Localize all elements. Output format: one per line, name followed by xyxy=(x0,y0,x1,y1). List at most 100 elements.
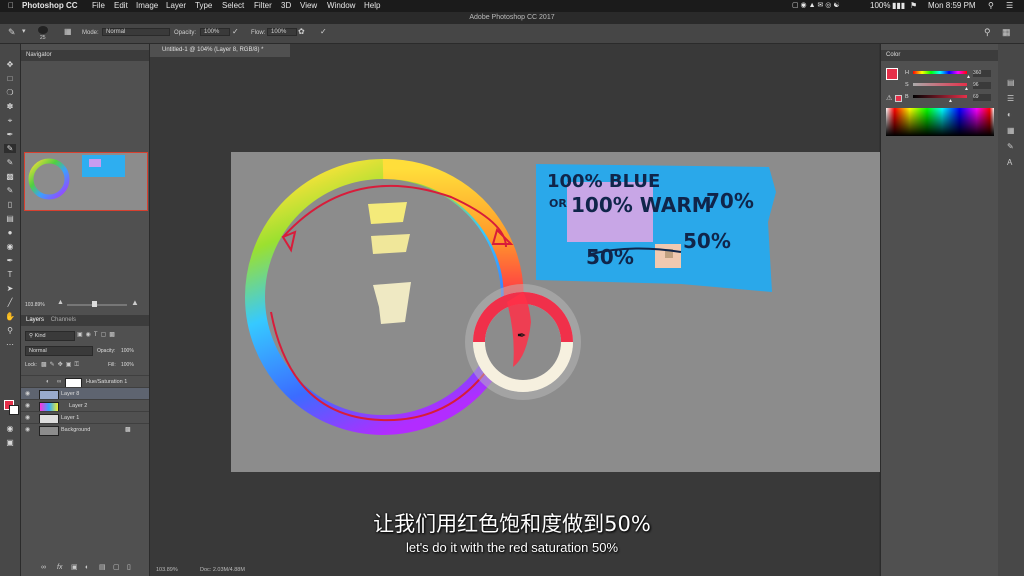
color-panel-tab[interactable]: Color xyxy=(881,50,999,61)
dropdown-arrow-icon[interactable]: ▾ xyxy=(22,27,26,35)
web-color-swatch[interactable] xyxy=(895,95,902,102)
dodge-tool-icon[interactable]: ◉ xyxy=(4,242,16,251)
fg-color-swatch[interactable] xyxy=(886,68,898,80)
gradient-tool-icon[interactable]: ▤ xyxy=(4,214,16,223)
apple-icon[interactable]:  xyxy=(8,0,14,12)
quick-mask-icon[interactable]: ◉ xyxy=(4,424,16,433)
h-value-input[interactable]: 360 xyxy=(973,70,991,77)
menu-file[interactable]: File xyxy=(92,0,105,12)
tab-layers[interactable]: Layers xyxy=(21,317,44,323)
screen-mode-icon[interactable]: ▣ xyxy=(4,438,16,447)
zoom-slider-handle[interactable] xyxy=(92,301,97,307)
slider-handle-icon[interactable]: ▲ xyxy=(966,74,971,80)
navigator-zoom-slider[interactable] xyxy=(67,304,127,306)
menu-app-name[interactable]: Photoshop CC xyxy=(22,0,78,12)
warning-icon[interactable]: ⚠ xyxy=(886,94,892,102)
brightness-slider[interactable] xyxy=(913,95,967,98)
quick-select-tool-icon[interactable]: ✽ xyxy=(4,102,16,111)
menu-window[interactable]: Window xyxy=(327,0,355,12)
fill-input[interactable]: 100% xyxy=(121,362,134,368)
tab-channels[interactable]: Channels xyxy=(46,317,76,323)
slider-handle-icon[interactable]: ▲ xyxy=(948,98,953,104)
search-icon[interactable]: ⚲ xyxy=(984,27,991,38)
pressure-opacity-icon[interactable]: ✓ xyxy=(232,27,239,36)
swatches-icon[interactable]: ▦ xyxy=(1007,126,1015,135)
menu-list-icon[interactable]: ☰ xyxy=(1006,0,1013,12)
color-spectrum-ramp[interactable] xyxy=(886,108,994,136)
layer-filter-select[interactable]: ⚲ Kind xyxy=(25,331,75,341)
flag-icon[interactable]: ⚑ xyxy=(910,0,917,12)
history-icon[interactable]: ▤ xyxy=(1007,78,1015,87)
type-tool-icon[interactable]: T xyxy=(4,270,16,279)
folder-icon[interactable]: ▤ xyxy=(99,562,106,574)
pressure-size-icon[interactable]: ✓ xyxy=(320,27,327,36)
brushes-icon[interactable]: ✎ xyxy=(1007,142,1014,151)
saturation-slider[interactable] xyxy=(913,83,967,86)
navigator-tab[interactable]: Navigator xyxy=(21,50,149,61)
crop-tool-icon[interactable]: ⌖ xyxy=(4,116,16,125)
layer-opacity-input[interactable]: 100% xyxy=(121,348,134,354)
lasso-tool-icon[interactable]: ❍ xyxy=(4,88,16,97)
menu-filter[interactable]: Filter xyxy=(254,0,272,12)
menu-image[interactable]: Image xyxy=(136,0,158,12)
menu-edit[interactable]: Edit xyxy=(114,0,128,12)
fx-icon[interactable]: fx xyxy=(57,562,62,574)
pen-tool-icon[interactable]: ✒ xyxy=(4,256,16,265)
blend-mode-select[interactable]: Normal xyxy=(25,346,93,356)
healing-tool-icon[interactable]: ✎ xyxy=(4,158,16,167)
document-tab[interactable]: Untitled-1 @ 104% (Layer 8, RGB/8) * xyxy=(150,44,290,57)
menu-3d[interactable]: 3D xyxy=(281,0,291,12)
canvas[interactable]: 100% BLUE OR 100% WARM 70% 50% 50% ✒ xyxy=(231,152,912,472)
status-icons[interactable]: ▢ ◉ ▲ ✉ ◎ ☯ xyxy=(792,0,840,12)
line-tool-icon[interactable]: ╱ xyxy=(4,298,16,307)
trash-icon[interactable]: ▯ xyxy=(127,562,131,574)
adjustment-icon[interactable]: ◐ xyxy=(85,562,89,574)
menu-type[interactable]: Type xyxy=(195,0,212,12)
menu-view[interactable]: View xyxy=(300,0,317,12)
background-color-swatch[interactable] xyxy=(9,405,19,415)
adjustments-icon[interactable]: ◐ xyxy=(1007,110,1012,119)
lock-icons[interactable]: ▩✎✥▣⚿ xyxy=(41,361,82,369)
blur-tool-icon[interactable]: ● xyxy=(4,228,16,237)
menu-help[interactable]: Help xyxy=(364,0,380,12)
status-zoom[interactable]: 103.89% xyxy=(156,565,178,576)
brush-tool-icon[interactable]: ✎ xyxy=(4,144,16,153)
b-value-input[interactable]: 69 xyxy=(973,94,991,101)
eraser-tool-icon[interactable]: ▯ xyxy=(4,200,16,209)
link-icon[interactable]: ∞ xyxy=(41,562,46,574)
zoom-tool-icon[interactable]: ⚲ xyxy=(4,326,16,335)
zoom-in-icon[interactable]: ▲ xyxy=(131,298,139,307)
mask-icon[interactable]: ▣ xyxy=(71,562,78,574)
properties-icon[interactable]: ☰ xyxy=(1007,94,1014,103)
character-icon[interactable]: A xyxy=(1007,158,1012,167)
opacity-input[interactable]: 100% xyxy=(200,28,230,36)
flow-input[interactable]: 100% xyxy=(267,28,297,36)
workspace-icon[interactable]: ▦ xyxy=(1002,27,1011,38)
battery-percent[interactable]: 100% xyxy=(870,0,890,12)
filter-type-icons[interactable]: ▣◉T▢▩ xyxy=(77,331,118,338)
navigator-zoom[interactable]: 103.89% xyxy=(25,302,45,308)
marquee-tool-icon[interactable]: □ xyxy=(4,74,16,83)
navigator-preview[interactable] xyxy=(24,152,148,211)
layer-row-background[interactable]: ◉ Background ▩ xyxy=(21,423,149,436)
zoom-out-icon[interactable]: ▲ xyxy=(57,299,64,306)
new-layer-icon[interactable]: ▢ xyxy=(113,562,120,574)
clone-stamp-tool-icon[interactable]: ▩ xyxy=(4,172,16,181)
menu-layer[interactable]: Layer xyxy=(166,0,186,12)
eyedropper-tool-icon[interactable]: ✒ xyxy=(4,130,16,139)
visibility-eye-icon[interactable]: ◉ xyxy=(25,424,30,436)
menu-clock[interactable]: Mon 8:59 PM xyxy=(928,0,976,12)
brush-tool-icon[interactable]: ✎ xyxy=(8,27,16,38)
hue-slider[interactable] xyxy=(913,71,967,74)
airbrush-icon[interactable]: ✿ xyxy=(298,27,305,36)
mode-select[interactable]: Normal xyxy=(102,28,170,36)
brush-panel-icon[interactable]: ▦ xyxy=(64,27,72,36)
path-select-tool-icon[interactable]: ➤ xyxy=(4,284,16,293)
history-brush-tool-icon[interactable]: ✎ xyxy=(4,186,16,195)
slider-handle-icon[interactable]: ▲ xyxy=(964,86,969,92)
battery-icon[interactable]: ▮▮▮ xyxy=(892,0,905,12)
brush-preset-icon[interactable] xyxy=(38,26,48,34)
hand-tool-icon[interactable]: ✋ xyxy=(4,312,16,321)
menu-select[interactable]: Select xyxy=(222,0,244,12)
search-icon[interactable]: ⚲ xyxy=(988,0,994,12)
